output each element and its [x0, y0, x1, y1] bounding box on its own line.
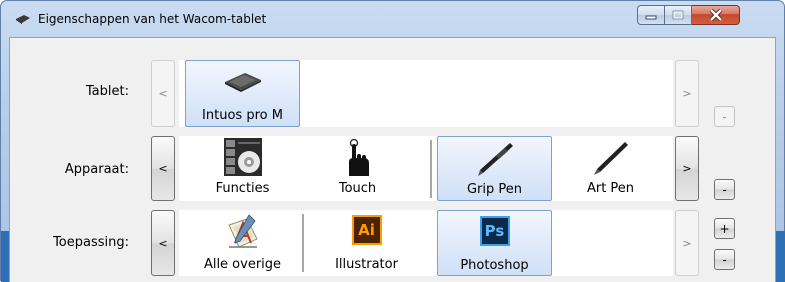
window-title: Eigenschappen van het Wacom-tablet [38, 12, 267, 26]
all-apps-icon [227, 214, 258, 248]
apparaat-item-functies[interactable]: Functies [185, 136, 300, 201]
grip-pen-icon [477, 143, 513, 176]
toepassing-item-alle-overige[interactable]: Alle overige [185, 210, 300, 276]
apparaat-strip: Functies Touch Grip Pen Art Pen [179, 136, 673, 201]
tablet-row-label: Tablet: [85, 84, 129, 99]
toepassing-remove-button[interactable]: - [714, 249, 735, 270]
item-separator [302, 214, 304, 272]
toepassing-add-button[interactable]: + [714, 218, 735, 239]
tablet-device-icon [224, 73, 261, 92]
maximize-button[interactable] [665, 5, 692, 25]
toepassing-strip: Alle overige Ai Illustrator Ps Photoshop [179, 210, 673, 276]
photoshop-icon-text: Ps [484, 222, 505, 240]
apparaat-row-label: Apparaat: [64, 162, 129, 177]
close-icon [709, 9, 722, 21]
tablet-prev-button[interactable]: < [151, 60, 175, 127]
touch-hand-icon [348, 138, 369, 176]
apparaat-item-grip-pen[interactable]: Grip Pen [437, 136, 552, 201]
tile-label: Intuos pro M [202, 108, 283, 123]
illustrator-icon-text: Ai [358, 221, 375, 239]
photoshop-icon: Ps [479, 216, 510, 246]
tablet-item-intuos-pro-m[interactable]: Intuos pro M [185, 60, 300, 127]
title-bar[interactable]: Eigenschappen van het Wacom-tablet [1, 1, 784, 35]
tablet-remove-button[interactable]: - [714, 106, 735, 127]
tile-label: Alle overige [203, 257, 282, 272]
tile-label: Functies [215, 181, 270, 196]
window-frame-left [1, 231, 9, 282]
wacom-tablet-icon [16, 15, 30, 24]
tile-label: Touch [338, 181, 377, 196]
maximize-icon [672, 10, 684, 20]
tile-label: Illustrator [335, 257, 398, 272]
express-keys-icon [223, 138, 262, 176]
item-separator [430, 140, 432, 198]
apparaat-next-button[interactable]: > [675, 136, 699, 201]
tile-label: Photoshop [460, 258, 529, 273]
toepassing-next-button[interactable]: > [675, 210, 699, 276]
wacom-properties-window: Eigenschappen van het Wacom-tablet Table… [0, 0, 785, 282]
apparaat-remove-button[interactable]: - [714, 179, 735, 200]
minimize-button[interactable] [637, 5, 665, 25]
toepassing-item-illustrator[interactable]: Ai Illustrator [309, 210, 424, 276]
toepassing-item-photoshop[interactable]: Ps Photoshop [437, 210, 552, 276]
tile-label: Art Pen [586, 181, 635, 196]
close-button[interactable] [692, 5, 740, 25]
tablet-strip: Intuos pro M [179, 60, 673, 127]
caption-buttons [637, 5, 777, 27]
illustrator-icon: Ai [351, 215, 382, 245]
toepassing-prev-button[interactable]: < [151, 210, 175, 276]
apparaat-item-art-pen[interactable]: Art Pen [553, 136, 668, 201]
window-frame-right [776, 231, 785, 282]
art-pen-icon [593, 142, 628, 175]
toepassing-row-label: Toepassing: [53, 235, 129, 250]
tablet-next-button[interactable]: > [675, 60, 699, 127]
minimize-icon [645, 15, 657, 20]
apparaat-item-touch[interactable]: Touch [300, 136, 415, 201]
tile-label: Grip Pen [466, 182, 523, 197]
properties-panel: Tablet: < Intuos pro M > - Apparaat: < F… [9, 37, 776, 282]
apparaat-prev-button[interactable]: < [151, 136, 175, 201]
